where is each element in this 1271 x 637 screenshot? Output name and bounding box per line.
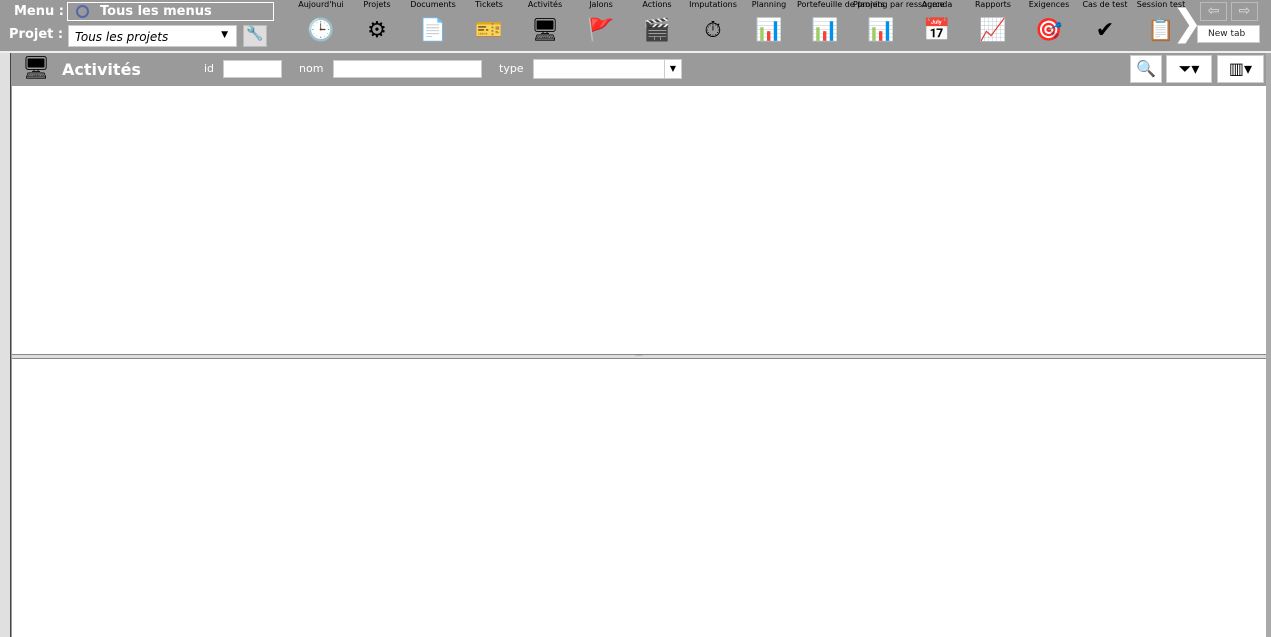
toolbar-button-agenda[interactable]: Agenda 📅 bbox=[909, 0, 965, 46]
filter-button[interactable]: ⏷▾ bbox=[1166, 55, 1212, 83]
toolbar-label: Imputations bbox=[689, 0, 737, 9]
left-panel-collapsed[interactable] bbox=[0, 53, 11, 637]
toolbar-icon: ⏱ bbox=[704, 18, 722, 43]
chevron-down-icon: ▼ bbox=[221, 30, 228, 40]
toolbar-icon: 📊 bbox=[755, 18, 783, 43]
toolbar-icon: 🚩 bbox=[587, 18, 615, 43]
right-border bbox=[1266, 53, 1271, 637]
project-value: Tous les projets bbox=[75, 30, 169, 44]
filter-icon: ⏷▾ bbox=[1178, 59, 1200, 78]
toolbar-button-cas-de-test[interactable]: Cas de test ✔ bbox=[1077, 0, 1133, 46]
toolbar-label: Documents bbox=[410, 0, 456, 9]
columns-button[interactable]: ▥▾ bbox=[1217, 55, 1264, 83]
wrench-button[interactable]: 🔧 bbox=[243, 25, 267, 47]
search-logo-icon bbox=[76, 5, 89, 18]
search-icon: 🔍 bbox=[1136, 59, 1156, 78]
name-label: nom bbox=[299, 62, 324, 75]
toolbar-label: Agenda bbox=[921, 0, 953, 9]
project-select[interactable]: Tous les projets ▼ bbox=[68, 25, 237, 47]
toolbar-button-tickets[interactable]: Tickets 🎫 bbox=[461, 0, 517, 46]
list-header: 🖥 Activités id nom type ▼ 🔍 ⏷▾ ▥▾ bbox=[12, 53, 1266, 86]
toolbar-button-rapports[interactable]: Rapports 📈 bbox=[965, 0, 1021, 46]
computer-icon: 🖥 bbox=[22, 56, 50, 81]
toolbar-icon: ⚙ bbox=[367, 18, 387, 43]
menu-selector[interactable]: Tous les menus bbox=[67, 2, 274, 21]
toolbar-icon: 📊 bbox=[867, 18, 895, 43]
new-tab-label: New tab bbox=[1208, 29, 1246, 39]
list-pane bbox=[12, 86, 1266, 354]
page-title: Activités bbox=[62, 60, 141, 79]
toolbar-icon: 🎯 bbox=[1035, 18, 1063, 43]
toolbar-label: Planning bbox=[751, 0, 787, 9]
search-button[interactable]: 🔍 bbox=[1130, 55, 1162, 83]
toolbar-label: Jalons bbox=[589, 0, 613, 9]
menu-value: Tous les menus bbox=[100, 4, 212, 19]
columns-icon: ▥▾ bbox=[1228, 59, 1253, 78]
menu-label: Menu : bbox=[14, 4, 64, 19]
id-label: id bbox=[204, 62, 215, 75]
toolbar-label: Actions bbox=[642, 0, 672, 9]
forward-button[interactable]: ⇨ bbox=[1231, 2, 1258, 21]
toolbar-icon: 📅 bbox=[923, 18, 951, 43]
back-button[interactable]: ⇦ bbox=[1200, 2, 1227, 21]
toolbar-button-actions[interactable]: Actions 🎬 bbox=[629, 0, 685, 46]
type-label: type bbox=[499, 62, 524, 75]
toolbar-label: Rapports bbox=[975, 0, 1011, 9]
toolbar-icon: 📈 bbox=[979, 18, 1007, 43]
toolbar-button-planning-par-ressource[interactable]: Planning par ressource 📊 bbox=[853, 0, 945, 46]
toolbar-icon: 🖥 bbox=[531, 18, 559, 43]
toolbar-button-activit-s[interactable]: Activités 🖥 bbox=[517, 0, 573, 46]
toolbar-icon: ✔ bbox=[1095, 18, 1115, 43]
chevron-down-icon: ▼ bbox=[664, 60, 681, 78]
toolbar-button-portefeuille-de-projets[interactable]: Portefeuille de projets 📊 bbox=[797, 0, 885, 46]
toolbar-icon: 📊 bbox=[811, 18, 839, 43]
toolbar-label: Cas de test bbox=[1082, 0, 1128, 9]
toolbar-label: Planning par ressource bbox=[853, 0, 945, 9]
toolbar-button-imputations[interactable]: Imputations ⏱ bbox=[685, 0, 741, 46]
type-filter-select[interactable]: ▼ bbox=[533, 59, 682, 79]
toolbar-icon: 🕒 bbox=[307, 18, 335, 43]
toolbar-icon: 🎫 bbox=[475, 18, 503, 43]
toolbar-label: Tickets bbox=[475, 0, 503, 9]
toolbar-button-projets[interactable]: Projets ⚙ bbox=[349, 0, 405, 46]
project-label: Projet : bbox=[9, 27, 64, 42]
toolbar-label: Aujourd'hui bbox=[298, 0, 344, 9]
toolbar-icon: 🎬 bbox=[643, 18, 671, 43]
toolbar-label: Exigences bbox=[1028, 0, 1070, 9]
toolbar-button-planning[interactable]: Planning 📊 bbox=[741, 0, 797, 46]
toolbar-button-exigences[interactable]: Exigences 🎯 bbox=[1021, 0, 1077, 46]
toolbar-icon: 📄 bbox=[419, 18, 447, 43]
new-tab-button[interactable]: New tab bbox=[1197, 25, 1260, 43]
toolbar-label: Projets bbox=[363, 0, 391, 9]
toolbar-button-documents[interactable]: Documents 📄 bbox=[405, 0, 461, 46]
toolbar-label: Activités bbox=[527, 0, 563, 9]
name-filter-input[interactable] bbox=[333, 60, 482, 78]
toolbar-button-jalons[interactable]: Jalons 🚩 bbox=[573, 0, 629, 46]
toolbar-label: Portefeuille de projets bbox=[797, 0, 885, 9]
detail-pane bbox=[12, 359, 1266, 637]
toolbar-button-aujourd-hui[interactable]: Aujourd'hui 🕒 bbox=[293, 0, 349, 46]
id-filter-input[interactable] bbox=[223, 60, 282, 78]
top-bar: Menu : Tous les menus Projet : Tous les … bbox=[0, 0, 1271, 51]
